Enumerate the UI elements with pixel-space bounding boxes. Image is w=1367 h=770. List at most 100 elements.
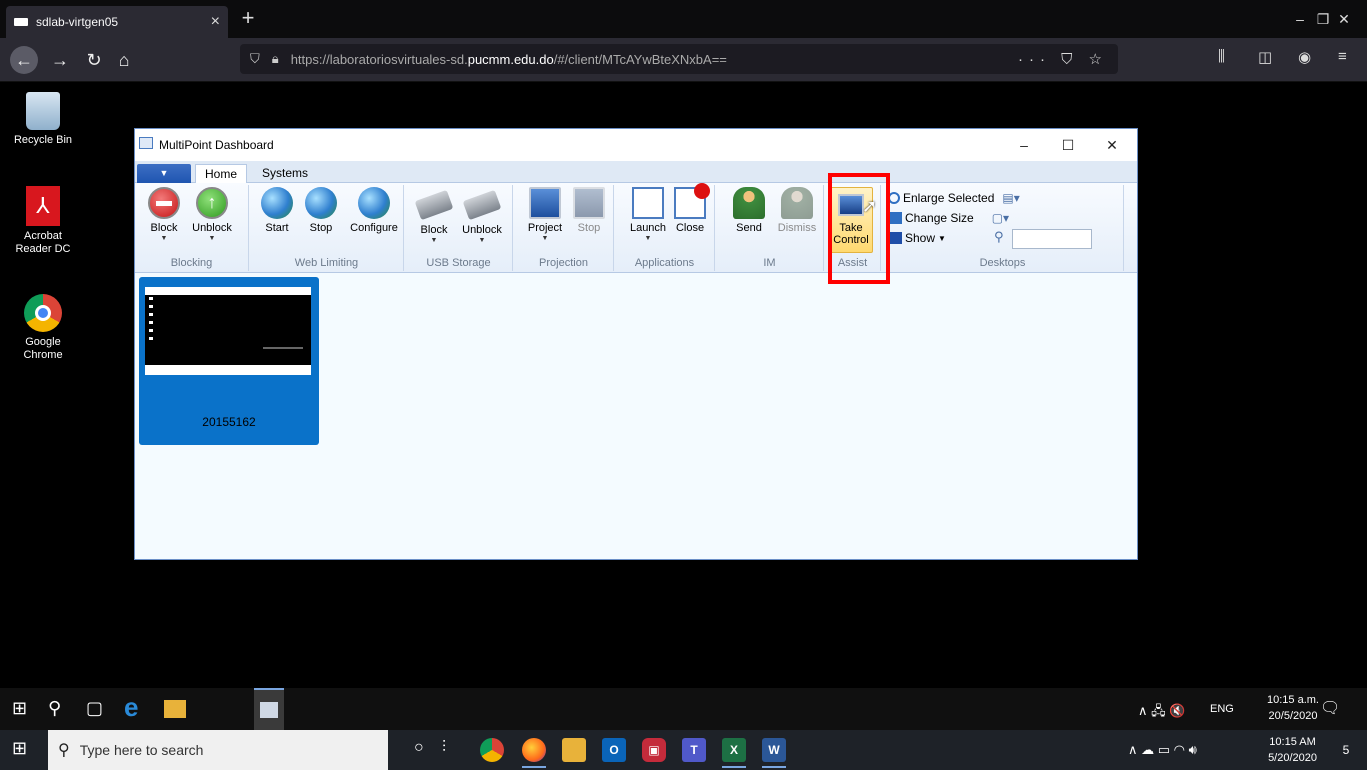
lock-icon: 🔒︎ [271, 51, 279, 66]
frame-dropdown-icon[interactable]: ▢▾ [992, 211, 1009, 225]
close-tab-icon[interactable]: × [211, 13, 220, 31]
search-input[interactable] [1012, 229, 1092, 249]
block-icon [148, 187, 180, 219]
home-icon[interactable]: ⌂ [110, 46, 138, 74]
usb-block-icon [414, 189, 454, 221]
highlight-annotation [828, 173, 890, 284]
window-title: MultiPoint Dashboard [159, 138, 274, 152]
launch-button[interactable]: Launch ▼ [627, 187, 669, 243]
send-im-button[interactable]: Send [728, 187, 770, 235]
web-configure-button[interactable]: Configure [346, 187, 402, 235]
new-tab-button[interactable]: + [236, 4, 260, 32]
firefox-icon[interactable] [522, 738, 546, 768]
ribbon-group-desktops: Enlarge Selected ▤▾ Change Size ▢▾ Show … [882, 185, 1124, 271]
window-titlebar: MultiPoint Dashboard – ☐ ✕ [135, 129, 1137, 161]
desktop-icon-recycle-bin[interactable]: Recycle Bin [8, 92, 78, 147]
search-icon[interactable]: ⚲ [48, 698, 61, 719]
maximize-button[interactable]: ☐ [1053, 133, 1083, 157]
web-stop-button[interactable]: Stop [300, 187, 342, 235]
file-explorer-icon[interactable] [164, 700, 186, 718]
block-button[interactable]: Block ▼ [143, 187, 185, 243]
notification-center-icon[interactable]: 5 [1334, 738, 1358, 762]
dismiss-im-button[interactable]: Dismiss [774, 187, 820, 235]
browser-tab[interactable]: sdlab-virtgen05 × [6, 6, 228, 38]
search-icon: ⚲ [994, 229, 1004, 244]
ribbon-group-blocking: Block ▼ ↑ Unblock ▼ Blocking [135, 185, 249, 271]
chrome-icon[interactable] [480, 738, 504, 762]
tray-icons[interactable]: ∧ ☁ ▭ ◠ 🔊︎ [1128, 742, 1197, 758]
tab-home[interactable]: Home [195, 164, 248, 184]
app-icon [139, 137, 153, 149]
project-icon [529, 187, 561, 219]
dropdown-arrow-icon: ▼ [478, 237, 486, 244]
ribbon-tab-bar: ▼ Home Systems [135, 161, 1137, 184]
recycle-bin-icon [26, 92, 60, 130]
task-view-icon[interactable]: ⫶ [442, 739, 446, 757]
back-icon[interactable]: ← [10, 46, 38, 74]
excel-icon[interactable]: X [722, 738, 746, 768]
change-size-button[interactable]: Change Size ▢▾ [888, 209, 1009, 227]
ribbon: Block ▼ ↑ Unblock ▼ Blocking Start Stop [135, 183, 1137, 273]
teams-icon[interactable]: T [682, 738, 706, 762]
browser-toolbar: ← → ↻ ⌂ ⛉ 🔒︎ https://laboratoriosvirtual… [0, 38, 1367, 82]
forward-icon[interactable]: → [46, 46, 74, 74]
ribbon-group-applications: Launch ▼ Close Applications [615, 183, 715, 271]
edge-icon[interactable]: e [124, 692, 138, 723]
tray-icons[interactable]: ∧ 🖧 🔇 [1138, 702, 1185, 724]
file-menu-button[interactable]: ▼ [137, 164, 191, 183]
close-app-icon [674, 183, 710, 219]
projection-stop-button[interactable]: Stop [568, 187, 610, 235]
stations-area: 20155162 [135, 273, 1137, 559]
menu-icon[interactable]: ≡ [1338, 48, 1347, 65]
remote-clock[interactable]: 10:15 a.m. 20/5/2020 [1267, 692, 1319, 724]
language-indicator[interactable]: ENG [1210, 703, 1234, 715]
minimize-button[interactable]: – [1009, 133, 1039, 157]
word-icon[interactable]: W [762, 738, 786, 768]
station-name: 20155162 [202, 415, 256, 429]
windows-start-icon[interactable]: ⊞ [12, 698, 27, 719]
tab-systems[interactable]: Systems [253, 164, 317, 184]
enlarge-selected-button[interactable]: Enlarge Selected ▤▾ [888, 189, 1020, 207]
usb-block-button[interactable]: Block ▼ [413, 187, 455, 245]
globe-stop-icon [305, 187, 337, 219]
browser-close-button[interactable]: ✕ [1321, 0, 1367, 38]
layout-dropdown-icon[interactable]: ▤▾ [1002, 191, 1019, 205]
windows-start-icon[interactable]: ⊞ [12, 738, 27, 759]
globe-gear-icon [358, 187, 390, 219]
url-bar[interactable]: ⛉ 🔒︎ https://laboratoriosvirtuales-sd.pu… [240, 44, 1118, 74]
host-taskbar: ⊞ ⚲ Type here to search ○ ⫶ O ▣ T X W ∧ … [0, 730, 1367, 770]
show-button[interactable]: Show ▼ [888, 229, 946, 247]
host-clock[interactable]: 10:15 AM 5/20/2020 [1268, 734, 1317, 766]
multipoint-taskbar-icon[interactable] [254, 688, 284, 730]
library-icon[interactable]: ⫼ [1218, 48, 1225, 65]
page-actions-icon[interactable]: ··· ⛉ ☆ [1018, 50, 1108, 68]
taskbar-search-box[interactable]: ⚲ Type here to search [48, 730, 388, 770]
close-app-button[interactable]: Close [669, 183, 711, 235]
notification-icon[interactable]: 🗨︎ [1320, 698, 1340, 718]
outlook-icon[interactable]: O [602, 738, 626, 762]
desktop-icon-acrobat[interactable]: ⅄ Acrobat Reader DC [8, 186, 78, 256]
security-app-icon[interactable]: ▣ [642, 738, 666, 762]
sidebar-icon[interactable]: ◫ [1258, 48, 1272, 66]
remote-desktop-icon [14, 18, 28, 26]
web-start-button[interactable]: Start [256, 187, 298, 235]
ribbon-group-im: Send Dismiss IM [716, 185, 824, 271]
dropdown-arrow-icon: ▼ [430, 237, 438, 244]
unblock-icon: ↑ [196, 187, 228, 219]
station-tile[interactable]: 20155162 [139, 277, 319, 445]
remote-taskbar: ⊞ ⚲ ▢ e ∧ 🖧 🔇 ENG 10:15 a.m. 20/5/2020 🗨… [0, 688, 1367, 730]
mouse-cursor-icon: ➚ [862, 196, 878, 216]
reload-icon[interactable]: ↻ [80, 46, 108, 74]
account-icon[interactable]: ◉ [1298, 48, 1311, 66]
desktop-icon-chrome[interactable]: Google Chrome [8, 294, 78, 362]
unblock-button[interactable]: ↑ Unblock ▼ [191, 187, 233, 243]
task-view-icon[interactable]: ▢ [86, 698, 103, 719]
file-explorer-icon[interactable] [562, 738, 586, 762]
ribbon-group-web-limiting: Start Stop Configure Web Limiting [250, 185, 404, 271]
show-grid-icon [888, 232, 902, 244]
project-button[interactable]: Project ▼ [524, 187, 566, 243]
close-button[interactable]: ✕ [1097, 133, 1127, 157]
cortana-icon[interactable]: ○ [414, 739, 424, 757]
dropdown-arrow-icon: ▼ [644, 235, 652, 242]
usb-unblock-button[interactable]: Unblock ▼ [461, 187, 503, 245]
